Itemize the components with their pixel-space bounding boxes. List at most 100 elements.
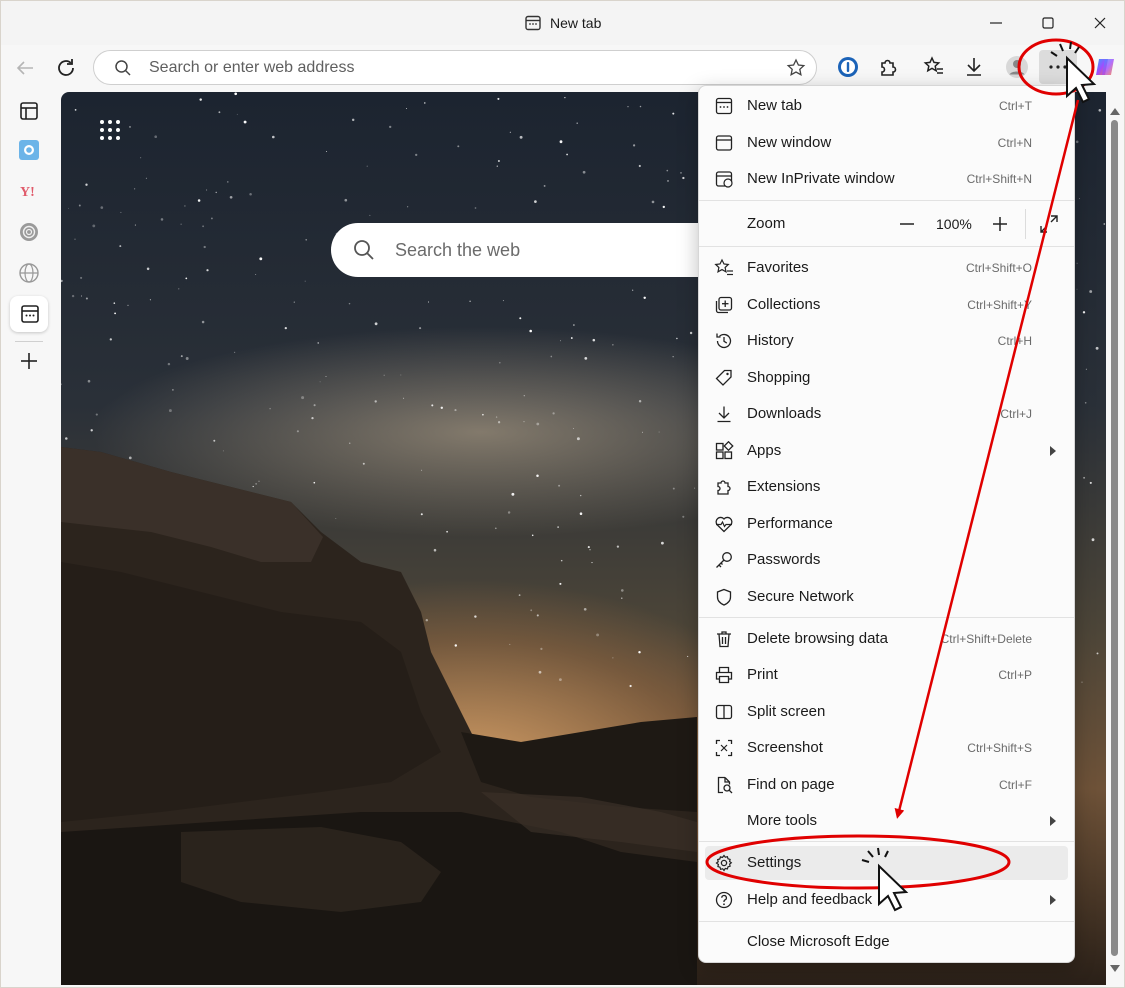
scroll-thumb[interactable] xyxy=(1111,120,1118,956)
find-icon xyxy=(717,776,733,794)
tab-title: New tab xyxy=(550,15,602,31)
menu-item-history[interactable]: History Ctrl+H xyxy=(705,324,1068,358)
more-icon xyxy=(1049,65,1067,69)
chatgpt-icon[interactable] xyxy=(17,220,41,244)
extensions-icon[interactable] xyxy=(876,55,900,79)
menu-item-performance[interactable]: Performance xyxy=(705,507,1068,541)
menu-item-label: Screenshot xyxy=(747,739,823,756)
password-manager-icon[interactable] xyxy=(836,55,860,79)
more-button[interactable] xyxy=(1039,50,1077,84)
screenshot-icon xyxy=(715,739,733,757)
settings-and-more-menu: New tab Ctrl+T New window Ctrl+N New InP… xyxy=(698,85,1075,963)
inprivate-icon xyxy=(715,171,733,188)
favorite-star-icon[interactable] xyxy=(786,58,806,78)
menu-item-delete-browsing-data[interactable]: Delete browsing data Ctrl+Shift+Delete xyxy=(705,622,1068,656)
favorites-icon[interactable] xyxy=(922,55,946,79)
scroll-up-arrow-icon[interactable] xyxy=(1110,108,1120,115)
menu-item-shortcut: Ctrl+J xyxy=(1000,407,1032,421)
zoom-out-icon[interactable] xyxy=(895,212,919,236)
menu-item-shortcut: Ctrl+Shift+N xyxy=(966,172,1032,186)
menu-item-print[interactable]: Print Ctrl+P xyxy=(705,658,1068,692)
menu-item-settings[interactable]: Settings xyxy=(705,846,1068,880)
new-tab-page-icon xyxy=(525,15,541,31)
title-bar: New tab xyxy=(1,1,1124,45)
close-icon[interactable] xyxy=(1090,13,1110,33)
profile-icon[interactable] xyxy=(1005,55,1029,79)
menu-item-label: Performance xyxy=(747,515,833,532)
menu-item-shortcut: Ctrl+H xyxy=(997,334,1032,348)
menu-item-label: More tools xyxy=(747,812,818,829)
add-icon[interactable] xyxy=(17,349,41,373)
extensions-icon xyxy=(717,480,731,495)
back-icon[interactable] xyxy=(13,56,37,80)
search-icon xyxy=(115,60,131,76)
menu-item-label: Settings xyxy=(747,854,802,871)
menu-item-find-on-page[interactable]: Find on page Ctrl+F xyxy=(705,768,1068,802)
menu-separator xyxy=(699,921,1074,922)
submenu-arrow-icon xyxy=(1050,816,1056,826)
help-icon xyxy=(715,891,733,909)
menu-item-screenshot[interactable]: Screenshot Ctrl+Shift+S xyxy=(705,731,1068,765)
address-bar[interactable]: Search or enter web address xyxy=(93,50,817,85)
menu-item-shortcut: Ctrl+Shift+Delete xyxy=(940,632,1032,646)
scrollbar[interactable] xyxy=(1106,92,1124,985)
yahoo-icon[interactable]: Y! xyxy=(17,179,41,203)
minimize-icon[interactable] xyxy=(986,13,1006,33)
menu-item-label: Secure Network xyxy=(747,588,854,605)
maximize-icon[interactable] xyxy=(1038,13,1058,33)
menu-item-passwords[interactable]: Passwords xyxy=(705,543,1068,577)
menu-item-new-tab[interactable]: New tab Ctrl+T xyxy=(705,89,1068,123)
address-placeholder: Search or enter web address xyxy=(149,59,355,76)
favorites-icon xyxy=(714,258,733,276)
menu-item-downloads[interactable]: Downloads Ctrl+J xyxy=(705,397,1068,431)
downloads-icon xyxy=(717,406,731,423)
menu-separator xyxy=(699,246,1074,247)
shopping-tag-icon xyxy=(715,369,732,386)
history-icon xyxy=(716,333,732,349)
copilot-icon[interactable] xyxy=(1093,55,1117,79)
browser-window: New tab Search or enter web address Y! S… xyxy=(0,0,1125,988)
web-search-box[interactable]: Search the web xyxy=(331,223,751,277)
gear-icon xyxy=(715,854,733,872)
scroll-down-arrow-icon[interactable] xyxy=(1110,965,1120,972)
menu-item-shopping[interactable]: Shopping xyxy=(705,361,1068,395)
menu-item-split-screen[interactable]: Split screen xyxy=(705,695,1068,729)
active-tab[interactable]: New tab xyxy=(524,13,601,33)
menu-item-new-inprivate-window[interactable]: New InPrivate window Ctrl+Shift+N xyxy=(705,162,1068,196)
menu-item-secure-network[interactable]: Secure Network xyxy=(705,580,1068,614)
search-icon xyxy=(354,240,374,260)
menu-item-favorites[interactable]: Favorites Ctrl+Shift+O xyxy=(705,251,1068,285)
menu-item-label: Apps xyxy=(747,442,782,459)
globe-icon[interactable] xyxy=(17,261,41,285)
outlook-icon[interactable] xyxy=(17,138,41,162)
menu-item-label: Split screen xyxy=(747,703,826,720)
menu-item-close-microsoft-edge[interactable]: Close Microsoft Edge xyxy=(705,925,1068,959)
newtab-icon[interactable] xyxy=(18,302,42,326)
sidebar: Y! xyxy=(1,91,59,987)
tab-actions-icon[interactable] xyxy=(17,99,41,123)
web-search-placeholder: Search the web xyxy=(395,240,521,260)
menu-item-more-tools[interactable]: More tools xyxy=(705,804,1068,838)
downloads-icon[interactable] xyxy=(962,55,986,79)
print-icon xyxy=(715,666,733,684)
menu-item-label: Favorites xyxy=(747,259,809,276)
new-tab-icon xyxy=(715,97,733,115)
trash-icon xyxy=(717,631,731,648)
split-screen-icon xyxy=(715,704,733,720)
svg-text:Y!: Y! xyxy=(20,185,35,200)
menu-item-apps[interactable]: Apps xyxy=(705,434,1068,468)
menu-item-shortcut: Ctrl+P xyxy=(998,668,1032,682)
menu-item-collections[interactable]: Collections Ctrl+Shift+Y xyxy=(705,288,1068,322)
zoom-in-icon[interactable] xyxy=(988,212,1012,236)
shield-icon xyxy=(716,588,732,606)
apps-grid-icon[interactable] xyxy=(98,118,122,142)
sidebar-divider xyxy=(15,341,43,342)
menu-item-label: Passwords xyxy=(747,551,821,568)
fullscreen-icon[interactable] xyxy=(1037,212,1061,236)
refresh-icon[interactable] xyxy=(54,56,78,80)
menu-item-label: Print xyxy=(747,666,778,683)
menu-item-shortcut: Ctrl+Shift+O xyxy=(965,261,1032,275)
menu-item-new-window[interactable]: New window Ctrl+N xyxy=(705,126,1068,160)
menu-item-help-and-feedback[interactable]: Help and feedback xyxy=(705,883,1068,917)
menu-item-extensions[interactable]: Extensions xyxy=(705,470,1068,504)
